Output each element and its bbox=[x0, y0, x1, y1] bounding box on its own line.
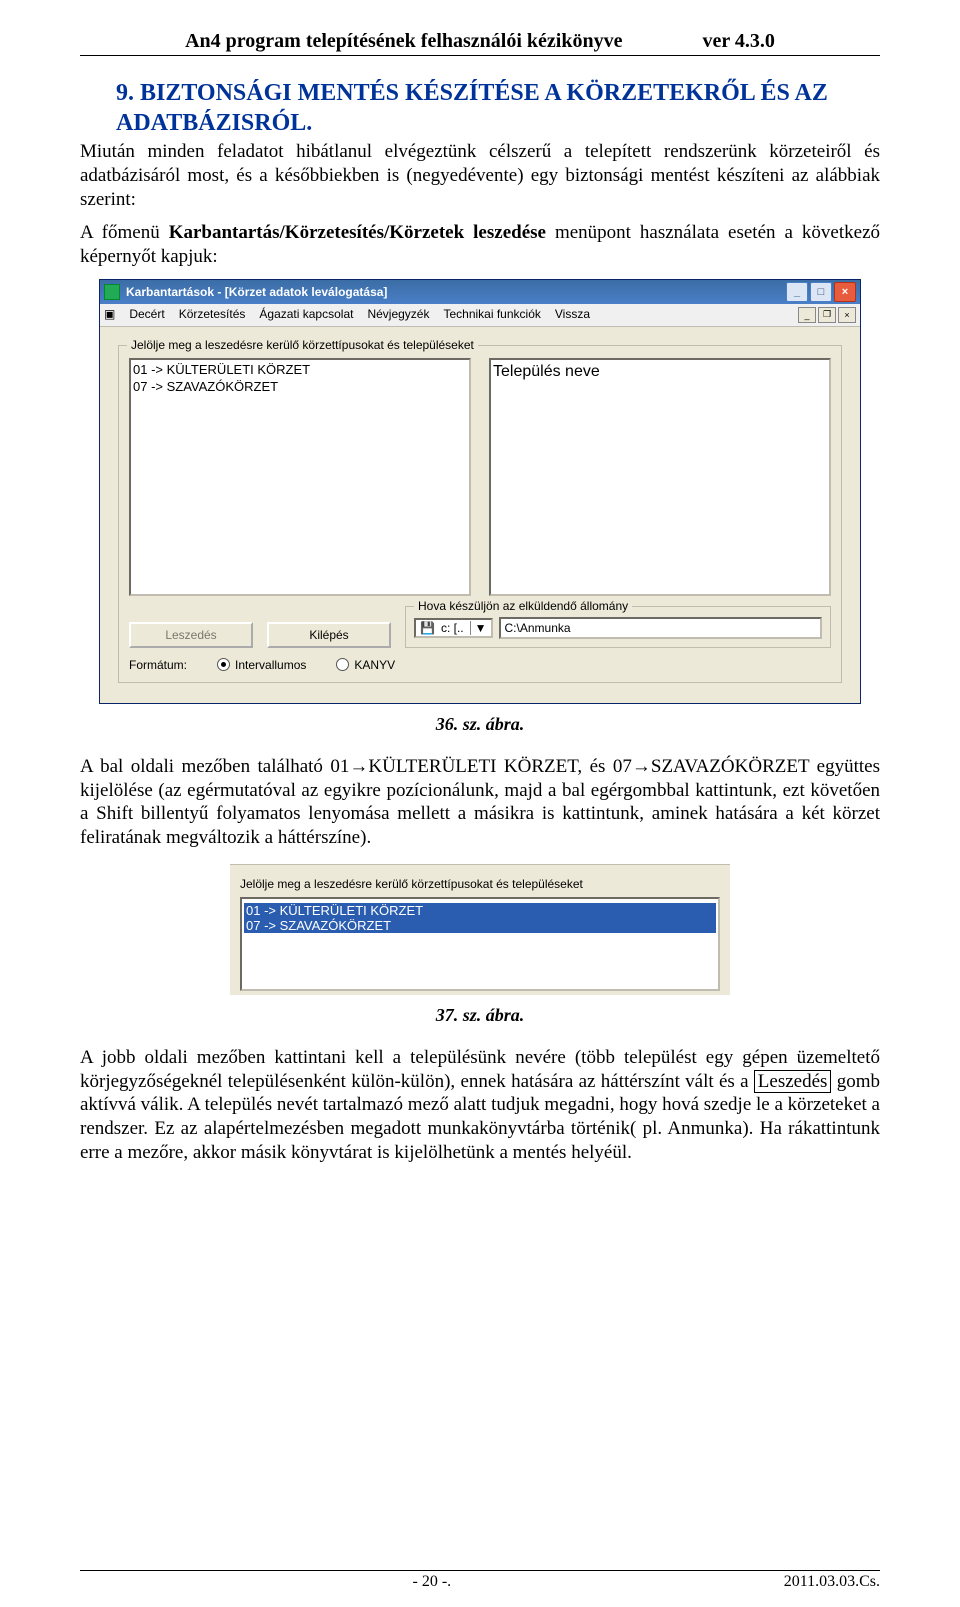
path-field[interactable]: C:\Anmunka bbox=[499, 617, 822, 639]
minimize-button[interactable]: _ bbox=[786, 282, 808, 302]
paragraph-selection: A bal oldali mezőben található 01→KÜLTER… bbox=[80, 755, 880, 850]
district-type-listbox-selected[interactable]: 01 -> KÜLTERÜLETI KÖRZET 07 -> SZAVAZÓKÖ… bbox=[240, 897, 720, 991]
text: A főmenü bbox=[80, 222, 169, 243]
menu-agazati[interactable]: Ágazati kapcsolat bbox=[259, 307, 353, 323]
screenshot-window-1: Karbantartások - [Körzet adatok leváloga… bbox=[99, 279, 861, 704]
list-item[interactable]: Település neve bbox=[493, 362, 827, 383]
leszedes-button[interactable]: Leszedés bbox=[129, 622, 253, 648]
radio-icon bbox=[217, 658, 230, 671]
menu-path-bold: Karbantartás/Körzetesítés/Körzetek lesze… bbox=[169, 222, 546, 243]
menubar: ▣ Decért Körzetesítés Ágazati kapcsolat … bbox=[100, 304, 860, 327]
footer-date: 2011.03.03.Cs. bbox=[784, 1573, 880, 1591]
section-heading-l1: 9. BIZTONSÁGI MENTÉS KÉSZÍTÉSE A KÖRZETE… bbox=[116, 80, 828, 106]
doc-version: ver 4.3.0 bbox=[702, 30, 774, 53]
paragraph-menu-path: A főmenü Karbantartás/Körzetesítés/Körze… bbox=[80, 221, 880, 269]
group-label: Jelölje meg a leszedésre kerülő körzettí… bbox=[240, 877, 720, 891]
radio-kanyv[interactable]: KANYV bbox=[336, 658, 395, 672]
mdi-close-button[interactable]: × bbox=[838, 307, 856, 323]
radio-intervallumos[interactable]: Intervallumos bbox=[217, 658, 306, 672]
menu-korzetesites[interactable]: Körzetesítés bbox=[179, 307, 246, 323]
titlebar: Karbantartások - [Körzet adatok leváloga… bbox=[100, 280, 860, 304]
mdi-restore-button[interactable]: ❐ bbox=[818, 307, 836, 323]
radio-label: KANYV bbox=[354, 658, 395, 672]
paragraph-intro: Miután minden feladatot hibátlanul elvég… bbox=[80, 140, 880, 211]
page-number: - 20 -. bbox=[413, 1573, 452, 1591]
menu-vissza[interactable]: Vissza bbox=[555, 307, 590, 323]
doc-title: An4 program telepítésének felhasználói k… bbox=[185, 30, 622, 53]
drive-text: c: [.. bbox=[441, 621, 464, 635]
section-heading-l2: ADATBÁZISRÓL. bbox=[116, 110, 312, 136]
drive-icon: 💾 bbox=[420, 621, 435, 635]
radio-label: Intervallumos bbox=[235, 658, 306, 672]
chevron-down-icon[interactable]: ▼ bbox=[470, 621, 487, 635]
radio-icon bbox=[336, 658, 349, 671]
toolbar-icon[interactable]: ▣ bbox=[104, 307, 115, 323]
menu-nevjegyzek[interactable]: Névjegyzék bbox=[367, 307, 429, 323]
menu-technikai[interactable]: Technikai funkciók bbox=[443, 307, 540, 323]
figure-caption-1: 36. sz. ábra. bbox=[80, 714, 880, 735]
drive-combobox[interactable]: 💾 c: [.. ▼ bbox=[414, 618, 493, 638]
page-footer: - 20 -. 2011.03.03.Cs. bbox=[80, 1570, 880, 1591]
section-heading: 9. BIZTONSÁGI MENTÉS KÉSZÍTÉSE A KÖRZETE… bbox=[80, 78, 880, 138]
menu-decert[interactable]: Decért bbox=[129, 307, 164, 323]
window-title: Karbantartások - [Körzet adatok leváloga… bbox=[126, 285, 387, 299]
list-item-selected[interactable]: 07 -> SZAVAZÓKÖRZET bbox=[244, 918, 716, 933]
list-item[interactable]: 01 -> KÜLTERÜLETI KÖRZET bbox=[133, 362, 467, 379]
list-item-selected[interactable]: 01 -> KÜLTERÜLETI KÖRZET bbox=[244, 903, 716, 918]
maximize-button[interactable]: □ bbox=[810, 282, 832, 302]
button-name-boxed: Leszedés bbox=[754, 1070, 832, 1093]
district-type-listbox[interactable]: 01 -> KÜLTERÜLETI KÖRZET 07 -> SZAVAZÓKÖ… bbox=[129, 358, 471, 596]
destination-label: Hova készüljön az elküldendő állomány bbox=[414, 599, 632, 613]
list-item[interactable]: 07 -> SZAVAZÓKÖRZET bbox=[133, 379, 467, 396]
kilepes-button[interactable]: Kilépés bbox=[267, 622, 391, 648]
figure-caption-2: 37. sz. ábra. bbox=[80, 1005, 880, 1026]
selection-group: Jelölje meg a leszedésre kerülő körzettí… bbox=[118, 345, 842, 683]
app-icon bbox=[104, 284, 120, 300]
close-button[interactable]: × bbox=[834, 282, 856, 302]
screenshot-window-2: Jelölje meg a leszedésre kerülő körzettí… bbox=[230, 864, 730, 995]
paragraph-right-panel: A jobb oldali mezőben kattintani kell a … bbox=[80, 1046, 880, 1165]
group-label: Jelölje meg a leszedésre kerülő körzettí… bbox=[127, 338, 478, 352]
destination-group: Hova készüljön az elküldendő állomány 💾 … bbox=[405, 606, 831, 648]
settlement-listbox[interactable]: Település neve bbox=[489, 358, 831, 596]
format-label: Formátum: bbox=[129, 658, 187, 672]
mdi-minimize-button[interactable]: _ bbox=[798, 307, 816, 323]
